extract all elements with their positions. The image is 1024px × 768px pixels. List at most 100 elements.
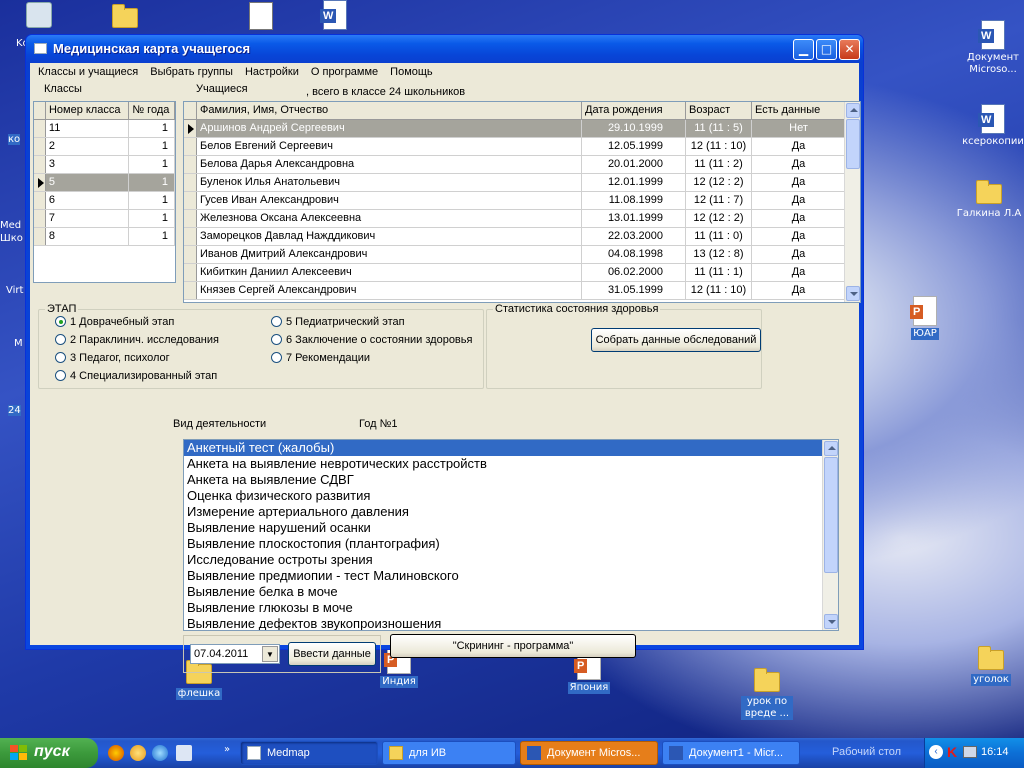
table-row[interactable]: Гусев Иван Александрович 11.08.1999 12 (11…: [184, 192, 860, 210]
radio-icon: [55, 370, 66, 381]
desktop-edge-label: Шко: [0, 233, 23, 244]
students-label: Учащиеся: [196, 83, 248, 95]
list-item[interactable]: Исследование остроты зрения: [184, 552, 838, 568]
stage-radio-4[interactable]: 4 Специализированный этап: [55, 370, 217, 382]
desktop-icon-kserokopii[interactable]: ксерокопии: [958, 104, 1024, 148]
list-item[interactable]: Измерение артериального давления: [184, 504, 838, 520]
scroll-thumb[interactable]: [846, 119, 860, 169]
col-header-class-number[interactable]: Номер класса: [46, 102, 130, 119]
quicklaunch-expand-icon[interactable]: »: [224, 744, 230, 755]
students-grid-body: Аршинов Андрей Сергеевич 29.10.1999 11 (11…: [184, 120, 860, 300]
clock[interactable]: 16:14: [981, 746, 1009, 758]
date-picker[interactable]: 07.04.2011 ▼: [190, 644, 280, 664]
col-header-has-data[interactable]: Есть данные: [752, 102, 846, 119]
dropdown-arrow-icon[interactable]: ▼: [262, 646, 278, 662]
table-row[interactable]: 11 1: [34, 120, 175, 138]
stage-radio-2[interactable]: 2 Параклинич. исследования: [55, 334, 219, 346]
menu-about[interactable]: О программе: [305, 63, 384, 81]
screening-program-button[interactable]: "Скрининг - программа": [390, 634, 636, 658]
cell-birthdate: 12.01.1999: [582, 174, 686, 191]
stage-radio-3[interactable]: 3 Педагог, психолог: [55, 352, 170, 364]
list-item[interactable]: Выявление плоскостопия (плантография): [184, 536, 838, 552]
list-item[interactable]: Анкета на выявление невротических расстр…: [184, 456, 838, 472]
cell-class-number: 5: [45, 174, 130, 191]
desktop-icon-folder-top[interactable]: [90, 4, 160, 32]
table-row[interactable]: Заморецков Давлад Нажддикович 22.03.2000 1…: [184, 228, 860, 246]
list-item[interactable]: Выявление глюкозы в моче: [184, 600, 838, 616]
desktop-icon-yuar[interactable]: ЮАР: [890, 296, 960, 340]
list-item[interactable]: Оценка физического развития: [184, 488, 838, 504]
list-item[interactable]: Выявление дефектов звукопроизношения: [184, 616, 838, 630]
scroll-up-icon[interactable]: [846, 103, 860, 118]
taskbar-item-word-doc[interactable]: Документ Micros...: [520, 741, 658, 765]
quicklaunch-ie-icon[interactable]: [152, 745, 168, 761]
collect-data-button[interactable]: Собрать данные обследований: [591, 328, 761, 352]
stage-radio-7[interactable]: 7 Рекомендации: [271, 352, 370, 364]
menu-select-groups[interactable]: Выбрать группы: [144, 63, 239, 81]
menu-help[interactable]: Помощь: [384, 63, 439, 81]
desktop-icon-recycle[interactable]: [4, 0, 74, 30]
scroll-thumb[interactable]: [824, 457, 838, 573]
scroll-down-icon[interactable]: [824, 614, 838, 629]
scroll-down-icon[interactable]: [846, 286, 860, 301]
desktop-icon-urok[interactable]: урок по вреде ...: [732, 668, 802, 720]
table-row[interactable]: 51: [34, 174, 175, 192]
table-row[interactable]: Белов Евгений Сергеевич 12.05.1999 12 (11 …: [184, 138, 860, 156]
desktop-icon-ugolok[interactable]: уголок: [956, 646, 1024, 686]
table-row[interactable]: 21: [34, 138, 175, 156]
scroll-up-icon[interactable]: [824, 441, 838, 456]
col-header-birthdate[interactable]: Дата рождения: [582, 102, 686, 119]
start-button[interactable]: пуск: [0, 738, 98, 768]
list-item[interactable]: Выявление белка в моче: [184, 584, 838, 600]
table-row[interactable]: Буленок Илья Анатольевич 12.01.1999 12 (12…: [184, 174, 860, 192]
list-item[interactable]: Анкета на выявление СДВГ: [184, 472, 838, 488]
col-header-fullname[interactable]: Фамилия, Имя, Отчество: [197, 102, 582, 119]
table-row[interactable]: Иванов Дмитрий Александрович 04.08.1998 13…: [184, 246, 860, 264]
radio-icon: [271, 352, 282, 363]
enter-data-button[interactable]: Ввести данные: [288, 642, 376, 666]
col-header-year-number[interactable]: № года: [129, 102, 175, 119]
table-row[interactable]: 61: [34, 192, 175, 210]
year-label: Год №1: [359, 418, 398, 430]
students-scrollbar[interactable]: [844, 102, 860, 302]
desktop-icon-word-top[interactable]: [300, 0, 370, 32]
stage-radio-1[interactable]: 1 Доврачебный этап: [55, 316, 174, 328]
grid-corner: [34, 102, 46, 119]
table-row[interactable]: 71: [34, 210, 175, 228]
stage-radio-6[interactable]: 6 Заключение о состоянии здоровья: [271, 334, 472, 346]
list-item[interactable]: Выявление предмиопии - тест Малиновского: [184, 568, 838, 584]
close-button[interactable]: ✕: [839, 39, 860, 60]
table-row[interactable]: 81: [34, 228, 175, 246]
table-row[interactable]: Аршинов Андрей Сергеевич 29.10.1999 11 (11…: [184, 120, 860, 138]
desktop-icon-app-top[interactable]: [226, 0, 296, 32]
quicklaunch-desktop-icon[interactable]: [176, 745, 192, 761]
minimize-button[interactable]: ▁: [793, 39, 814, 60]
menu-settings[interactable]: Настройки: [239, 63, 305, 81]
row-indicator: [34, 210, 46, 227]
table-row[interactable]: 31: [34, 156, 175, 174]
antivirus-icon[interactable]: K: [947, 744, 957, 760]
taskbar-item-medmap[interactable]: Medmap: [240, 741, 378, 765]
desktop-icon-label: Япония: [567, 682, 611, 694]
table-row[interactable]: Железнова Оксана Алексеевна 13.01.1999 12 …: [184, 210, 860, 228]
desktop-icon-word-doc[interactable]: Документ Microso...: [958, 20, 1024, 76]
network-icon[interactable]: [963, 746, 977, 758]
desktop-toolbar-label[interactable]: Рабочий стол: [832, 746, 901, 758]
window-titlebar[interactable]: Медицинская карта учащегося ▁ □ ✕: [26, 35, 863, 63]
menu-classes-students[interactable]: Классы и учащиеся: [32, 63, 144, 81]
stage-radio-5[interactable]: 5 Педиатрический этап: [271, 316, 405, 328]
col-header-age[interactable]: Возраст: [686, 102, 752, 119]
maximize-button[interactable]: □: [816, 39, 837, 60]
activities-scrollbar[interactable]: [822, 440, 838, 630]
table-row[interactable]: Белова Дарья Александровна 20.01.2000 11 (…: [184, 156, 860, 174]
desktop-icon-galkina[interactable]: Галкина Л.А: [954, 180, 1024, 220]
table-row[interactable]: Князев Сергей Александрович 31.05.1999 12 …: [184, 282, 860, 300]
list-item[interactable]: Анкетный тест (жалобы): [184, 440, 838, 456]
taskbar-item-word-doc1[interactable]: Документ1 - Micr...: [662, 741, 800, 765]
quicklaunch-opera-icon[interactable]: [108, 745, 124, 761]
quicklaunch-messenger-icon[interactable]: [130, 745, 146, 761]
tray-expand-icon[interactable]: ‹: [929, 745, 943, 759]
list-item[interactable]: Выявление нарушений осанки: [184, 520, 838, 536]
taskbar-item-dlya-iv[interactable]: для ИВ: [382, 741, 516, 765]
table-row[interactable]: Кибиткин Даниил Алексеевич 06.02.2000 11 (…: [184, 264, 860, 282]
